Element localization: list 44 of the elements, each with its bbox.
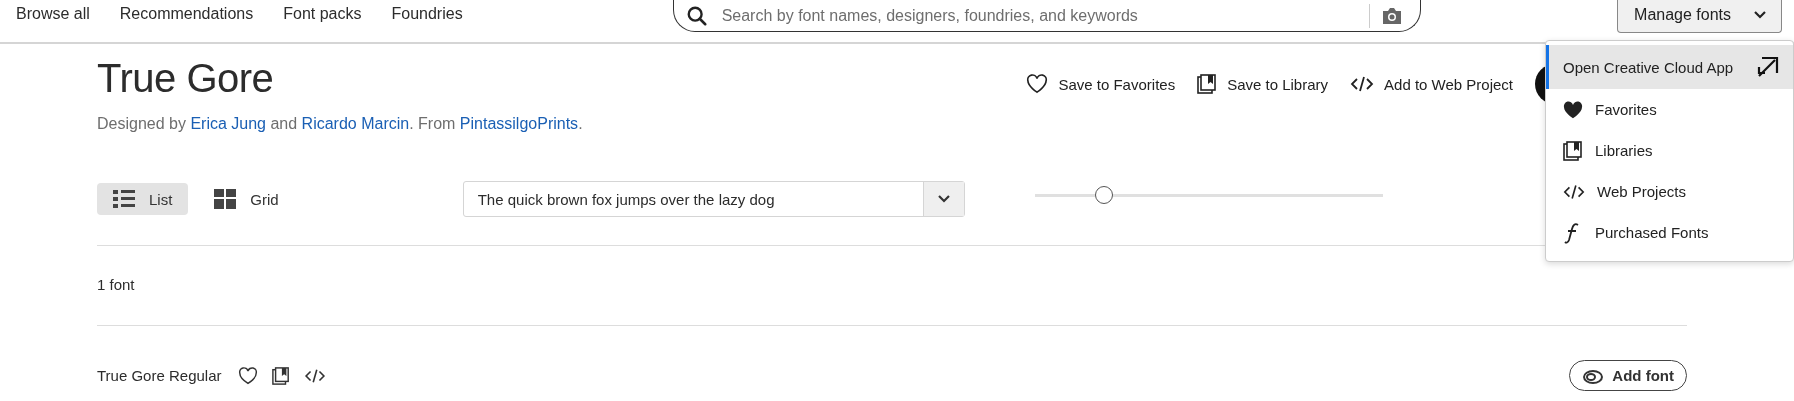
caret-icon [1753, 9, 1767, 20]
menu-item[interactable]: Libraries [1546, 130, 1793, 171]
heart-icon [1026, 74, 1049, 94]
code-icon[interactable] [303, 367, 326, 384]
heart-icon[interactable] [237, 366, 258, 385]
search-input[interactable]: Search by font names, designers, foundries, and keywords [719, 5, 1357, 26]
code-icon [1563, 182, 1585, 201]
view-toggle[interactable]: List [97, 183, 189, 215]
action-button[interactable]: Add to Web Project [1350, 75, 1513, 93]
external-arrow-icon [1757, 56, 1779, 78]
view-toggle[interactable]: Grid [198, 183, 295, 215]
list-icon [113, 189, 135, 209]
nav-link[interactable]: Foundries [391, 5, 463, 23]
heart-icon [1563, 100, 1583, 119]
library-icon [1197, 74, 1218, 94]
designer-link[interactable]: Erica Jung [190, 115, 266, 132]
font-name: True Gore Regular [97, 367, 222, 384]
font-count: 1 font [97, 275, 135, 295]
add-font-button[interactable]: Add font [1569, 360, 1687, 391]
foundry-link[interactable]: PintassilgoPrints [459, 115, 579, 132]
nav-link[interactable]: Recommendations [119, 5, 254, 23]
menu-item[interactable]: Purchased Fonts [1546, 212, 1793, 253]
library-icon [1563, 140, 1583, 161]
nav-link[interactable]: Browse all [16, 5, 90, 23]
action-button[interactable]: Save to Library [1197, 74, 1329, 94]
library-icon[interactable] [271, 366, 290, 385]
menu-item[interactable]: Web Projects [1546, 171, 1793, 212]
slider-thumb[interactable] [1095, 185, 1114, 204]
designer-credit: Designed by Erica Jung and Ricardo Marcin. From PintassilgoPrints. [97, 115, 583, 133]
rings-icon [1582, 367, 1605, 384]
camera-icon[interactable] [1381, 6, 1402, 25]
caret-icon[interactable] [922, 182, 964, 216]
search-icon [685, 4, 708, 27]
manage-fonts-button[interactable]: Manage fonts [1617, 0, 1782, 33]
size-slider[interactable] [1034, 185, 1383, 205]
nav-link[interactable]: Font packs [283, 5, 362, 23]
grid-icon [214, 189, 237, 209]
code-icon [1350, 75, 1375, 93]
search-field[interactable]: Search by font names, designers, foundries, and keywords [672, 0, 1421, 32]
designer-link[interactable]: Ricardo Marcin [301, 115, 410, 132]
action-button[interactable]: Save to Favorites [1026, 74, 1176, 94]
font-family-title: True Gore [97, 56, 275, 101]
menu-item[interactable]: Open Creative Cloud App [1546, 45, 1793, 89]
menu-item[interactable]: Favorites [1546, 89, 1793, 130]
